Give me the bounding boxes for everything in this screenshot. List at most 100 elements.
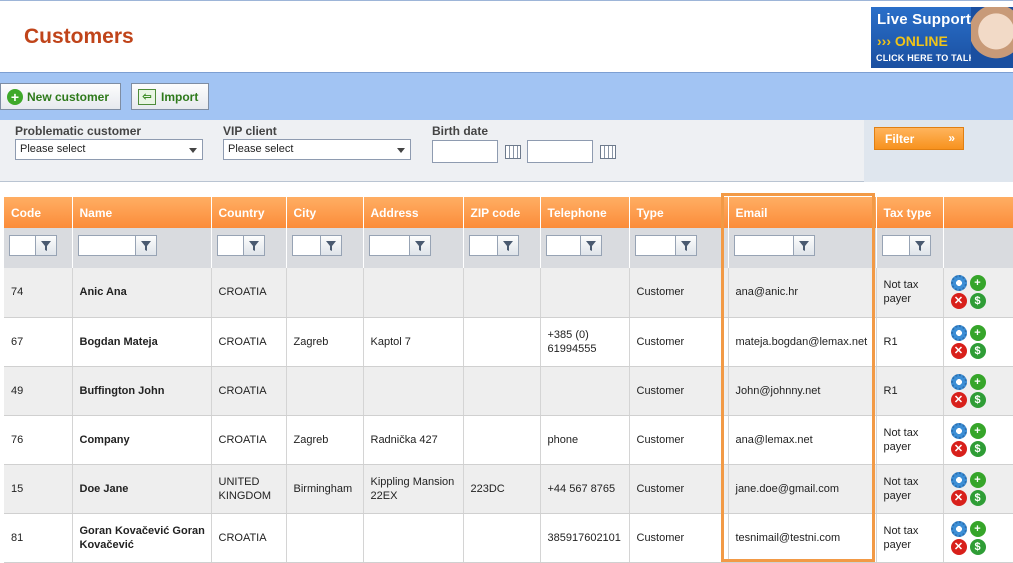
cell-address [363,513,464,563]
cell-telephone: +385 (0) 61994555 [540,317,630,367]
filter-input[interactable] [291,235,321,256]
filter-icon[interactable] [497,235,519,256]
add-icon[interactable]: + [969,520,986,537]
table-row[interactable]: 76 Company CROATIA Zagreb Radnička 427 phone C… [4,415,1013,465]
delete-icon[interactable]: ✕ [950,391,967,408]
cell-zip [463,268,541,318]
column-header-city[interactable]: City [286,197,364,228]
column-header-telephone[interactable]: Telephone [540,197,630,228]
filter-input[interactable] [634,235,676,256]
gear-icon[interactable] [950,373,967,390]
column-header-name[interactable]: Name [72,197,212,228]
row-actions: + ✕ $ [950,324,989,359]
cell-zip [463,513,541,563]
delete-icon[interactable]: ✕ [950,342,967,359]
row-actions: + ✕ $ [950,520,989,555]
table-row[interactable]: 49 Buffington John CROATIA Customer John@joh… [4,366,1013,416]
payment-icon[interactable]: $ [969,538,986,555]
cell-tax-type: R1 [876,317,944,367]
add-icon[interactable]: + [969,471,986,488]
table-row[interactable]: 81 Goran Kovačević Goran Kovačević CROATIA… [4,513,1013,563]
cell-city [286,268,364,318]
column-header-code[interactable]: Code [4,197,73,228]
birth-date-from-input[interactable] [432,140,498,163]
gear-icon[interactable] [950,275,967,292]
cell-name: Company [72,415,212,465]
filter-input[interactable] [216,235,244,256]
filter-input[interactable] [368,235,410,256]
filter-icon[interactable] [320,235,342,256]
column-header-type[interactable]: Type [629,197,729,228]
filter-button[interactable]: Filter » [874,127,964,150]
birth-date-to-input[interactable] [527,140,593,163]
filter-icon[interactable] [580,235,602,256]
add-icon[interactable]: + [969,275,986,292]
delete-icon[interactable]: ✕ [950,293,967,310]
cell-country: CROATIA [211,268,287,318]
filter-icon[interactable] [36,235,57,256]
delete-icon[interactable]: ✕ [950,440,967,457]
payment-icon[interactable]: $ [969,489,986,506]
vip-client-select[interactable]: Please select [223,139,411,160]
cell-address [363,366,464,416]
cell-tax-type: Not tax payer [876,415,944,465]
cell-code: 67 [4,317,73,367]
gear-icon[interactable] [950,422,967,439]
filter-icon[interactable] [135,235,157,256]
problematic-customer-select[interactable]: Please select [15,139,203,160]
filter-input[interactable] [881,235,910,256]
filter-input[interactable] [9,235,36,256]
cell-actions: + ✕ $ [943,268,1013,318]
gear-icon[interactable] [950,471,967,488]
filter-cell [4,228,73,268]
column-header-address[interactable]: Address [363,197,464,228]
filter-cell [876,228,944,268]
live-support-banner[interactable]: Live Support ››› ONLINE CLICK HERE TO TA… [871,7,1013,68]
cell-tax-type: Not tax payer [876,513,944,563]
filter-cell [629,228,729,268]
calendar-icon[interactable] [600,145,616,159]
chevron-down-icon [189,148,197,153]
gear-icon[interactable] [950,324,967,341]
filter-input[interactable] [77,235,136,256]
column-header-country[interactable]: Country [211,197,287,228]
filter-input[interactable] [545,235,581,256]
payment-icon[interactable]: $ [969,391,986,408]
table-row[interactable]: 15 Doe Jane UNITED KINGDOM Birmingham Kippli… [4,464,1013,514]
payment-icon[interactable]: $ [969,293,986,310]
cell-name: Buffington John [72,366,212,416]
delete-icon[interactable]: ✕ [950,538,967,555]
double-chevron-right-icon: » [948,131,955,145]
row-actions: + ✕ $ [950,422,989,457]
cell-country: CROATIA [211,415,287,465]
table-row[interactable]: 74 Anic Ana CROATIA Customer ana@anic.hr Not … [4,268,1013,318]
new-customer-button[interactable]: + New customer [0,83,121,110]
filter-input[interactable] [468,235,498,256]
filter-icon[interactable] [909,235,931,256]
filter-icon[interactable] [243,235,265,256]
column-header-email[interactable]: Email [728,197,877,228]
filter-icon[interactable] [409,235,431,256]
column-header-zip[interactable]: ZIP code [463,197,541,228]
payment-icon[interactable]: $ [969,342,986,359]
cell-telephone: 385917602101 [540,513,630,563]
filter-input[interactable] [733,235,794,256]
filter-icon[interactable] [793,235,815,256]
column-header-tax-type[interactable]: Tax type [876,197,944,228]
calendar-icon[interactable] [505,145,521,159]
filter-panel: Problematic customer Please select VIP c… [0,120,1013,182]
table-row[interactable]: 67 Bogdan Mateja CROATIA Zagreb Kaptol 7 +385… [4,317,1013,367]
add-icon[interactable]: + [969,373,986,390]
gear-icon[interactable] [950,520,967,537]
add-icon[interactable]: + [969,324,986,341]
cell-name: Anic Ana [72,268,212,318]
add-icon[interactable]: + [969,422,986,439]
delete-icon[interactable]: ✕ [950,489,967,506]
payment-icon[interactable]: $ [969,440,986,457]
import-button[interactable]: ⇦ Import [131,83,209,110]
cell-tax-type: R1 [876,366,944,416]
cell-address [363,268,464,318]
filter-icon[interactable] [675,235,697,256]
chevron-down-icon [397,148,405,153]
vip-client-value: Please select [228,143,294,155]
